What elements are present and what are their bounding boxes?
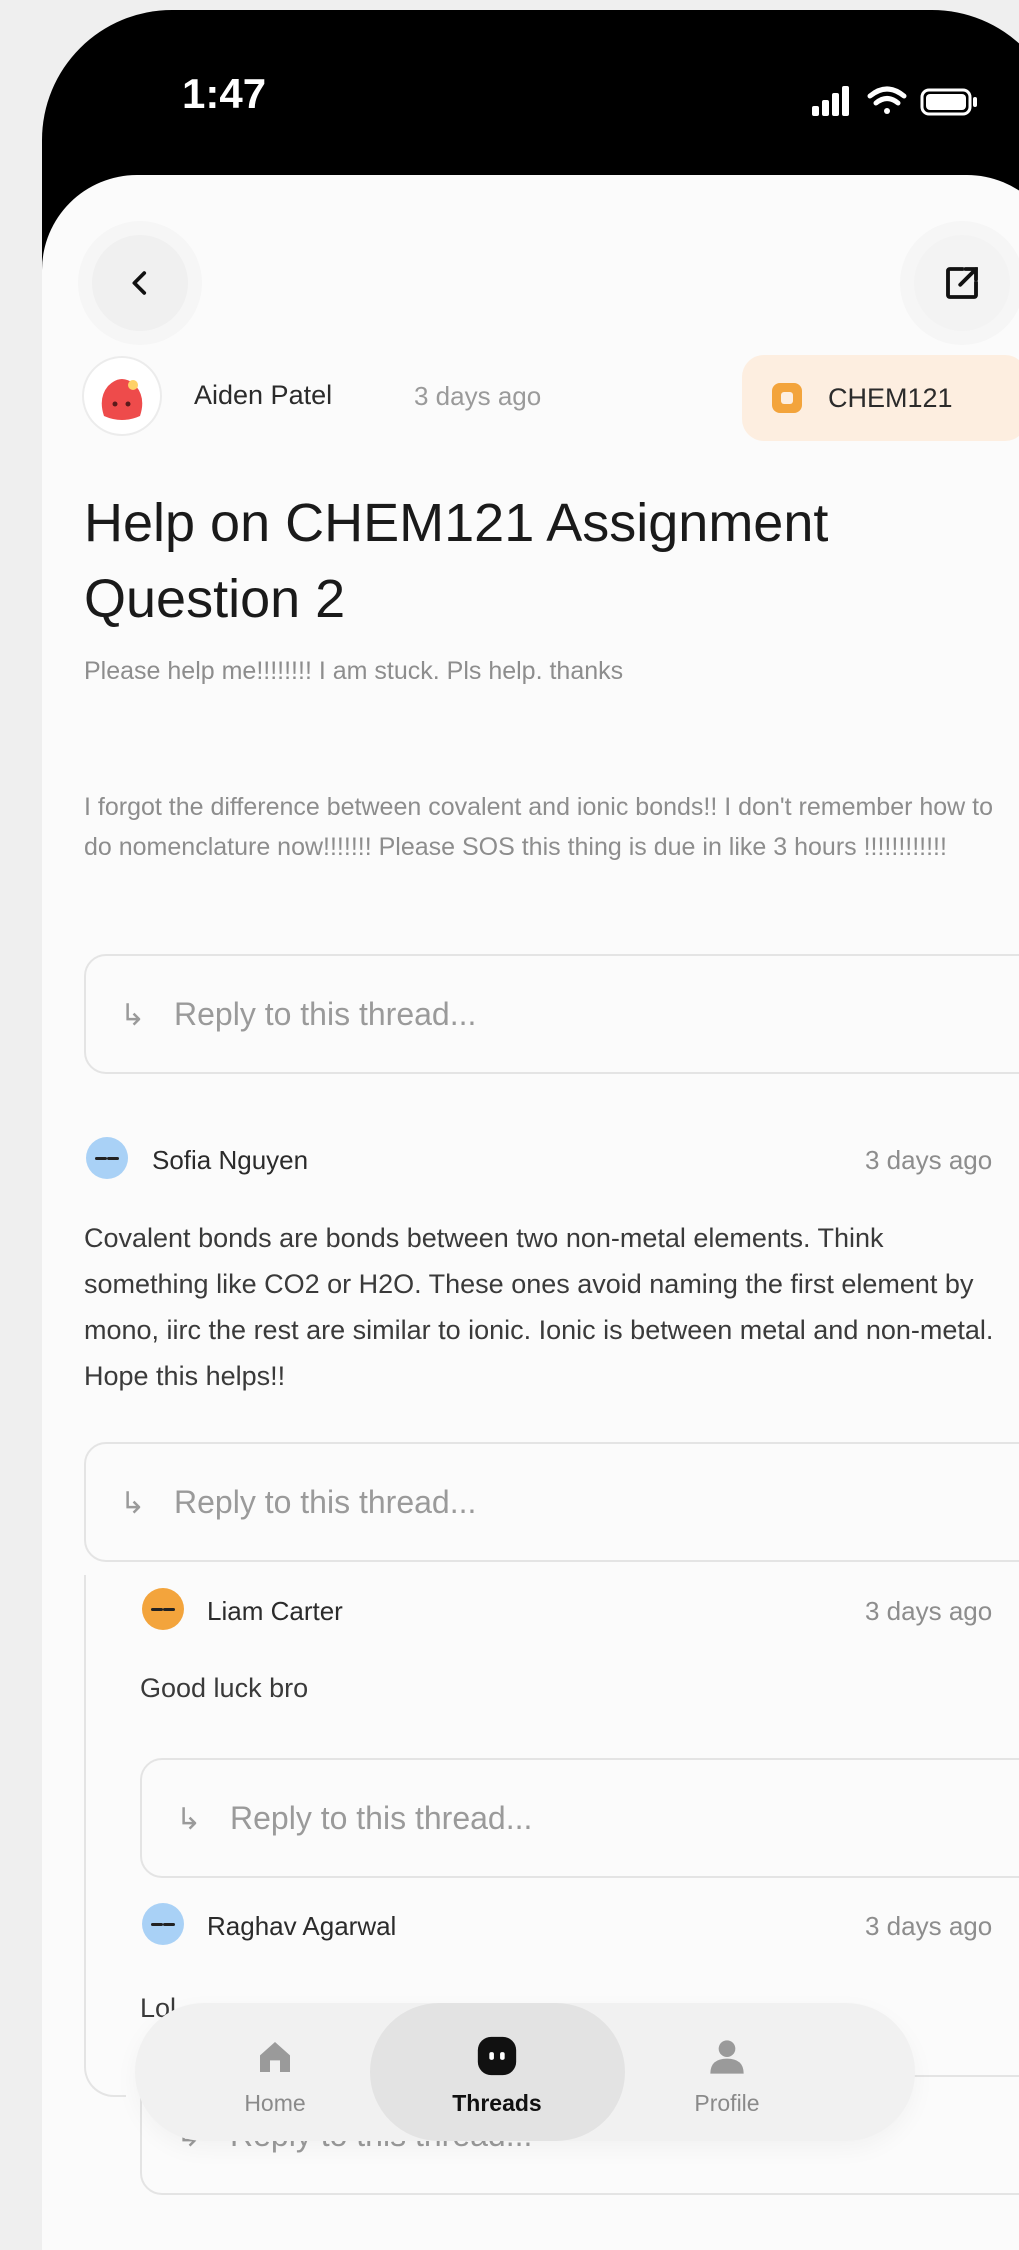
comment-time: 3 days ago	[865, 1596, 993, 1626]
share-icon	[946, 267, 978, 299]
course-icon	[772, 383, 802, 413]
back-button[interactable]	[92, 235, 188, 331]
share-button[interactable]	[914, 235, 1010, 331]
comment-time: 3 days ago	[865, 1911, 993, 1941]
nav-label-profile: Profile	[694, 2090, 760, 2116]
nav-item-home[interactable]: Home	[175, 2003, 375, 2141]
threads-icon	[477, 2036, 517, 2076]
post-body-line-2: I forgot the difference between covalent…	[84, 793, 994, 861]
page-title: Help on CHEM121 Assignment Question 2	[84, 493, 829, 629]
comment-author[interactable]: Raghav Agarwal	[207, 1911, 396, 1942]
reply-input[interactable]: ↳ Reply to this thread...	[140, 1758, 1019, 1878]
nav-label-home: Home	[244, 2090, 306, 2116]
reply-arrow-icon: ↳	[176, 1803, 202, 1836]
comment-time: 3 days ago	[865, 1145, 993, 1175]
reply-input[interactable]: ↳ Reply to this thread...	[84, 954, 1019, 1074]
avatar[interactable]	[142, 1903, 184, 1945]
post-author-name[interactable]: Aiden Patel	[194, 380, 332, 411]
status-icons	[812, 86, 977, 116]
battery-icon	[920, 88, 977, 116]
avatar[interactable]	[142, 1588, 184, 1630]
wifi-icon	[867, 86, 907, 114]
nav-item-profile[interactable]: Profile	[627, 2003, 827, 2141]
avatar[interactable]	[84, 358, 160, 434]
comment-body: Good luck bro	[140, 1673, 309, 1703]
phone-frame: 1:47 Aiden Patel 3 days ago CHEM121 Help…	[42, 10, 1019, 2250]
comment-body: Covalent bonds are bonds between two non…	[84, 1223, 994, 1391]
comment-author[interactable]: Liam Carter	[207, 1596, 343, 1627]
nav-label-threads: Threads	[452, 2090, 542, 2116]
reply-placeholder: Reply to this thread...	[174, 1484, 477, 1520]
reply-placeholder: Reply to this thread...	[230, 1800, 533, 1836]
reply-arrow-icon: ↳	[120, 999, 146, 1032]
thread-screen: Aiden Patel 3 days ago CHEM121 Help on C…	[42, 175, 1019, 2250]
profile-icon	[710, 2040, 744, 2074]
nav-item-threads[interactable]: Threads	[397, 2003, 597, 2141]
home-icon	[260, 2042, 290, 2072]
course-tag-label: CHEM121	[828, 383, 953, 413]
reply-input[interactable]: ↳ Reply to this thread...	[84, 1442, 1019, 1562]
chevron-left-icon	[132, 271, 147, 295]
avatar[interactable]	[86, 1137, 128, 1179]
bottom-nav: Home Threads Profile	[135, 2003, 915, 2141]
thread-connector	[84, 1575, 126, 2097]
post-time: 3 days ago	[414, 381, 542, 411]
post-body-line-1: Please help me!!!!!!!! I am stuck. Pls h…	[84, 657, 624, 685]
comment-author[interactable]: Sofia Nguyen	[152, 1145, 308, 1176]
status-time: 1:47	[182, 70, 267, 117]
reply-placeholder: Reply to this thread...	[174, 996, 477, 1032]
status-bar: 1:47	[42, 10, 1019, 175]
course-tag[interactable]: CHEM121	[742, 355, 1019, 441]
signal-icon	[812, 86, 849, 116]
author-avatar-icon	[101, 379, 143, 420]
reply-arrow-icon: ↳	[120, 1487, 146, 1520]
